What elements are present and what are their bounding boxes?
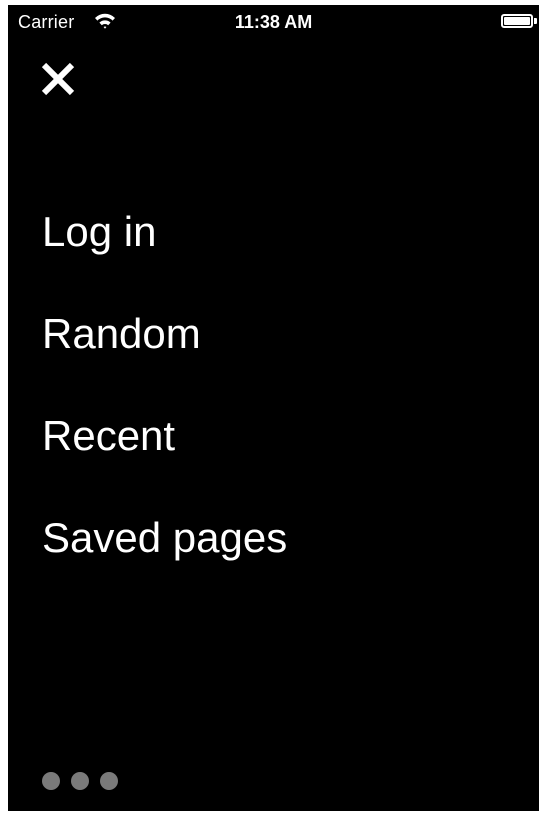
close-button[interactable] xyxy=(38,59,78,99)
menu-item-recent[interactable]: Recent xyxy=(42,409,287,511)
menu-item-random[interactable]: Random xyxy=(42,307,287,409)
page-dot[interactable] xyxy=(71,772,89,790)
app-screen: Carrier 11:38 AM Log in Random Recent Sa… xyxy=(8,5,539,811)
status-time: 11:38 AM xyxy=(234,12,313,32)
page-dot[interactable] xyxy=(42,772,60,790)
status-bar: Carrier 11:38 AM xyxy=(8,5,539,39)
main-menu: Log in Random Recent Saved pages xyxy=(42,205,287,613)
page-dot[interactable] xyxy=(100,772,118,790)
close-icon xyxy=(41,62,75,96)
page-indicator xyxy=(42,772,118,790)
battery-level xyxy=(504,17,530,25)
menu-item-saved-pages[interactable]: Saved pages xyxy=(42,511,287,613)
battery-terminal xyxy=(534,18,537,24)
battery-icon xyxy=(501,14,533,28)
menu-item-log-in[interactable]: Log in xyxy=(42,205,287,307)
